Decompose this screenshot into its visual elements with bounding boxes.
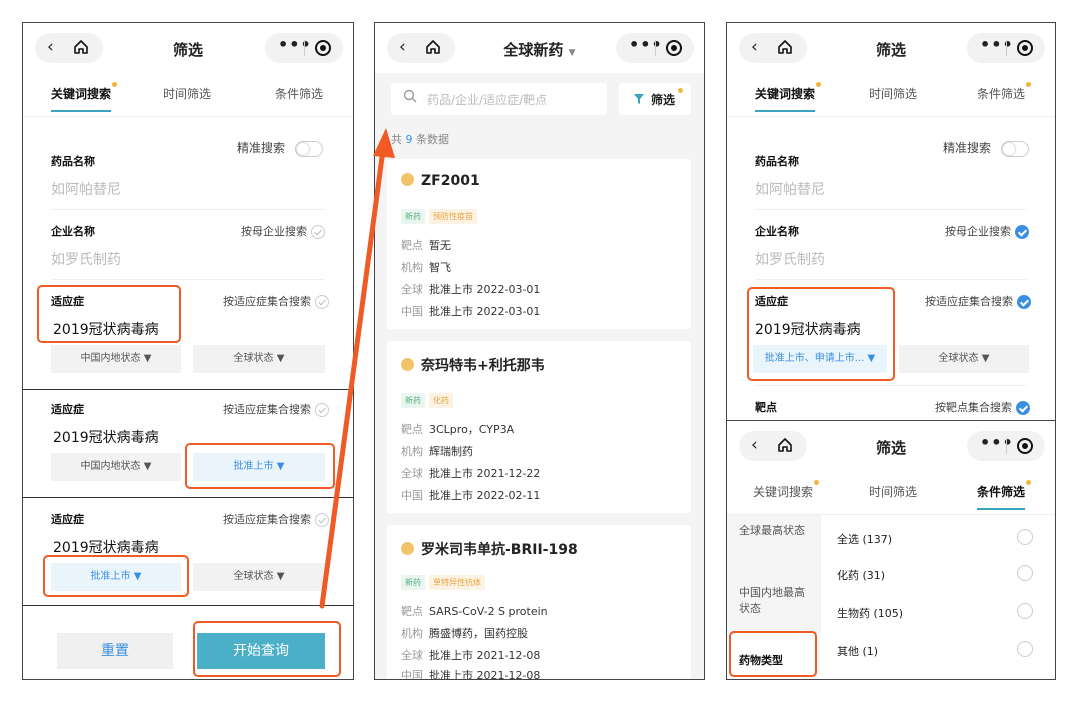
arrow-head-icon <box>373 128 395 158</box>
annotation-arrow <box>319 128 395 609</box>
arrow-shaft <box>319 147 386 609</box>
